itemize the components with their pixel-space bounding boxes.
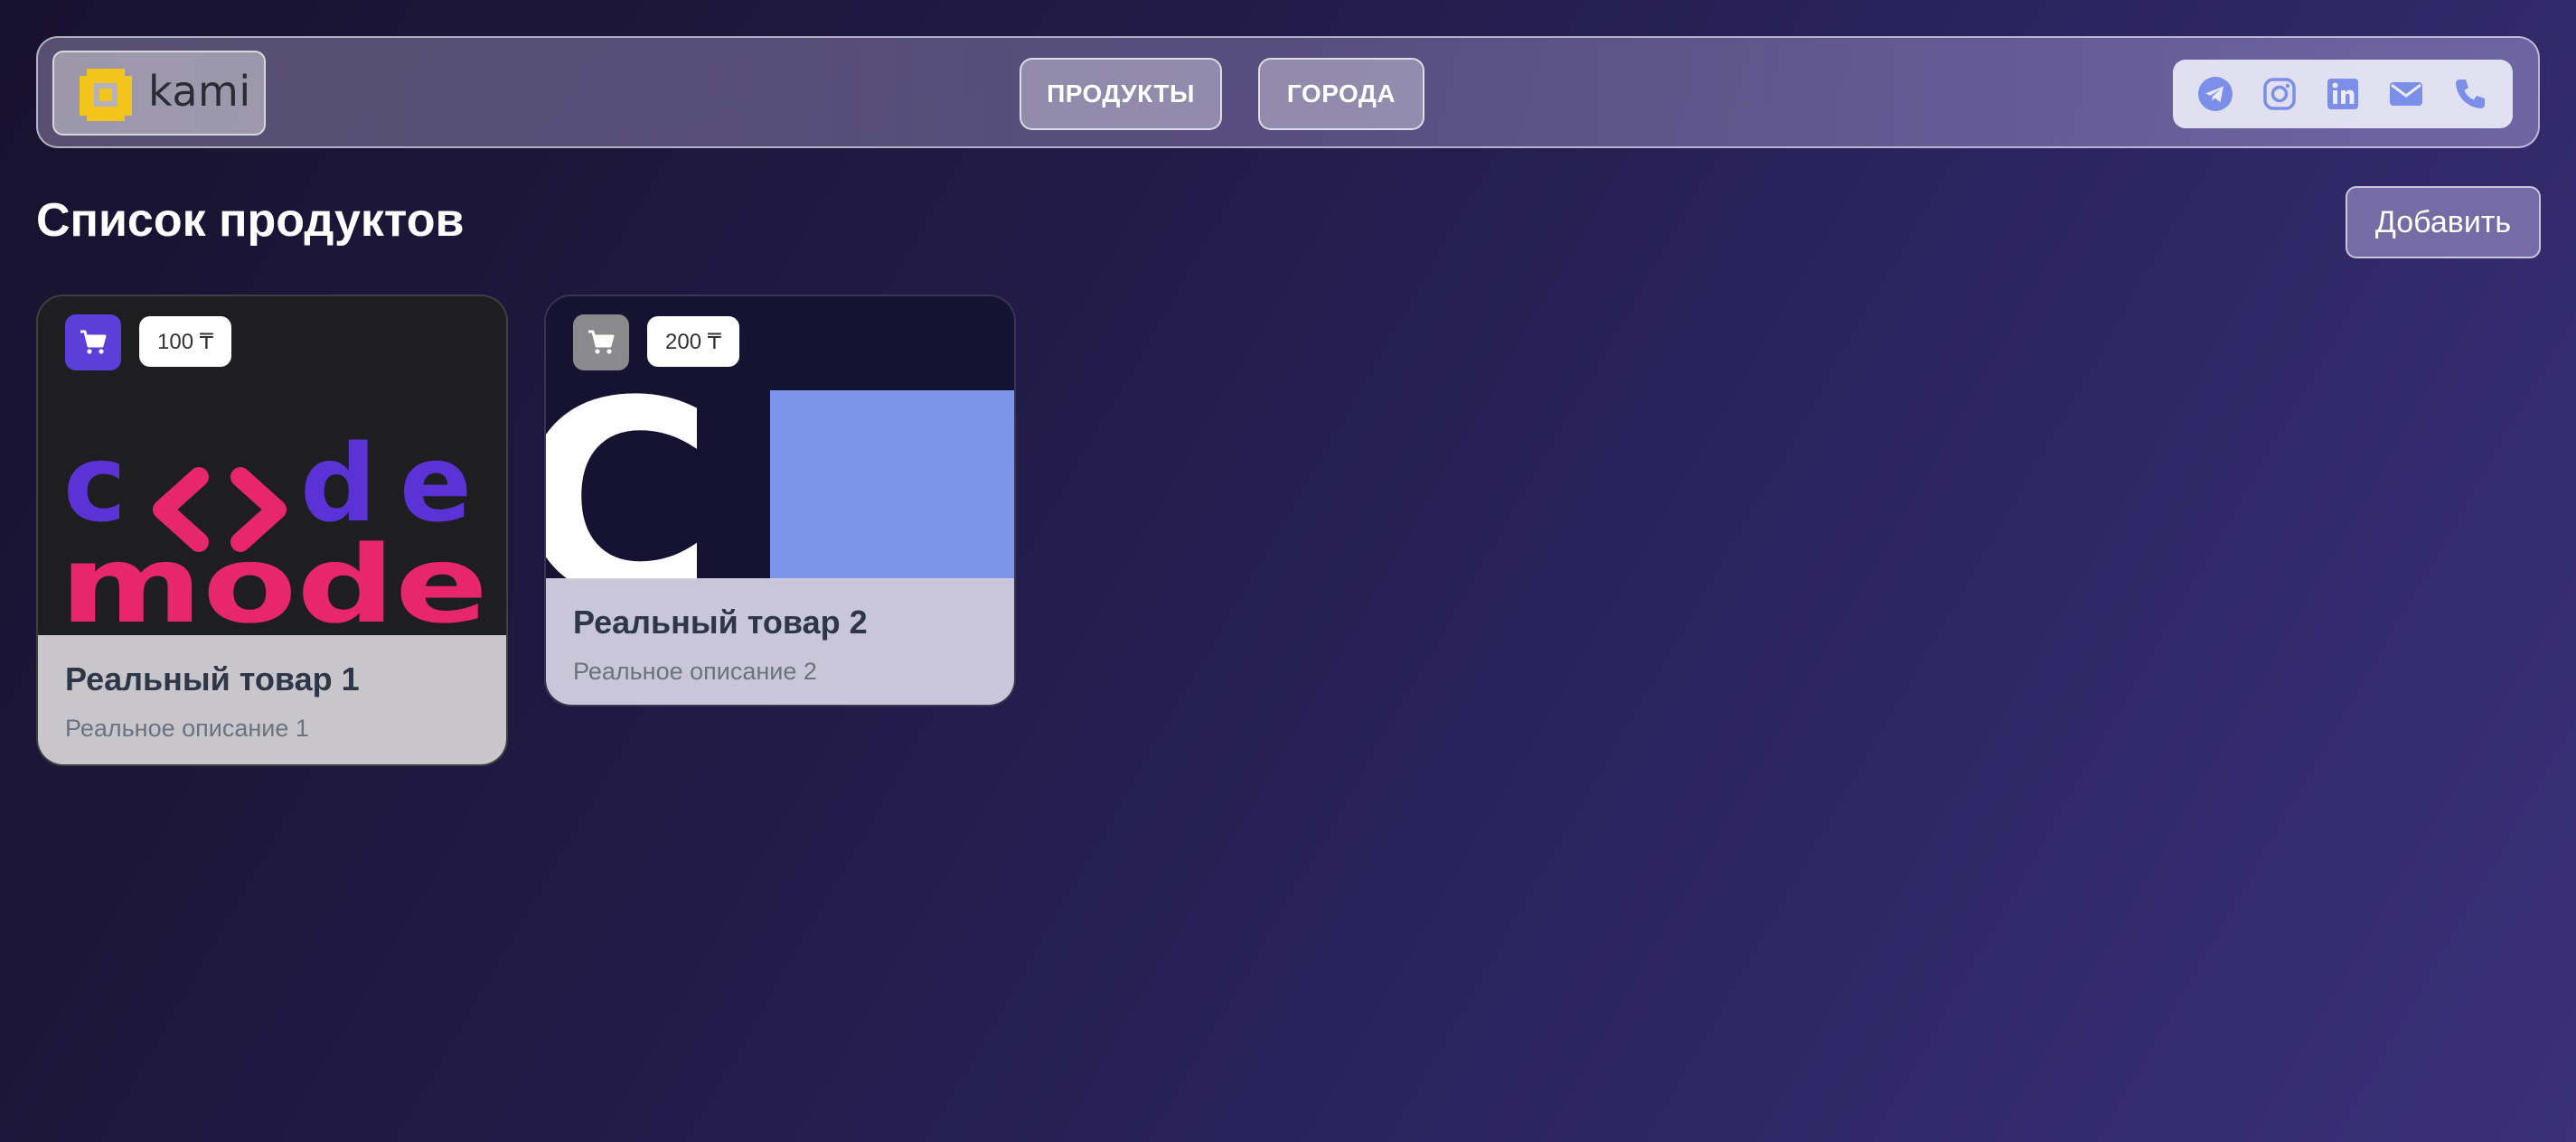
top-navbar: kami ПРОДУКТЫ ГОРОДА bbox=[36, 36, 2540, 148]
product-card[interactable]: C M 200 ₸ Реальный товар 2 Реальное опис… bbox=[544, 295, 1016, 707]
phone-icon[interactable] bbox=[2450, 74, 2490, 114]
add-to-cart-button[interactable] bbox=[573, 314, 629, 370]
price-badge: 100 ₸ bbox=[139, 316, 231, 367]
cart-icon bbox=[80, 330, 107, 354]
svg-text:M: M bbox=[776, 343, 1014, 580]
product-card[interactable]: c d e mode 100 ₸ Реальный товар 1 Реальн… bbox=[36, 295, 508, 766]
product-description: Реальное описание 2 bbox=[573, 658, 817, 685]
nav-products-button[interactable]: ПРОДУКТЫ bbox=[1020, 58, 1222, 130]
svg-text:C: C bbox=[546, 343, 714, 580]
cart-icon bbox=[588, 330, 615, 354]
product-info: Реальный товар 2 Реальное описание 2 bbox=[546, 578, 1014, 705]
product-name: Реальный товар 1 bbox=[65, 660, 360, 697]
nav-cities-button[interactable]: ГОРОДА bbox=[1258, 58, 1424, 130]
instagram-icon[interactable] bbox=[2260, 74, 2299, 114]
add-product-button[interactable]: Добавить bbox=[2346, 186, 2541, 258]
mail-icon[interactable] bbox=[2386, 74, 2426, 114]
product-description: Реальное описание 1 bbox=[65, 715, 309, 742]
social-links bbox=[2173, 60, 2513, 128]
svg-text:mode: mode bbox=[60, 522, 488, 635]
telegram-icon[interactable] bbox=[2195, 74, 2235, 114]
logo-mark-icon bbox=[80, 69, 132, 121]
linkedin-icon[interactable] bbox=[2323, 74, 2363, 114]
add-to-cart-button[interactable] bbox=[65, 314, 121, 370]
price-badge: 200 ₸ bbox=[647, 316, 739, 367]
logo[interactable]: kami bbox=[52, 51, 266, 136]
product-info: Реальный товар 1 Реальное описание 1 bbox=[38, 635, 506, 764]
product-name: Реальный товар 2 bbox=[573, 604, 868, 641]
page-title: Список продуктов bbox=[36, 194, 465, 247]
logo-text: kami bbox=[148, 67, 251, 116]
